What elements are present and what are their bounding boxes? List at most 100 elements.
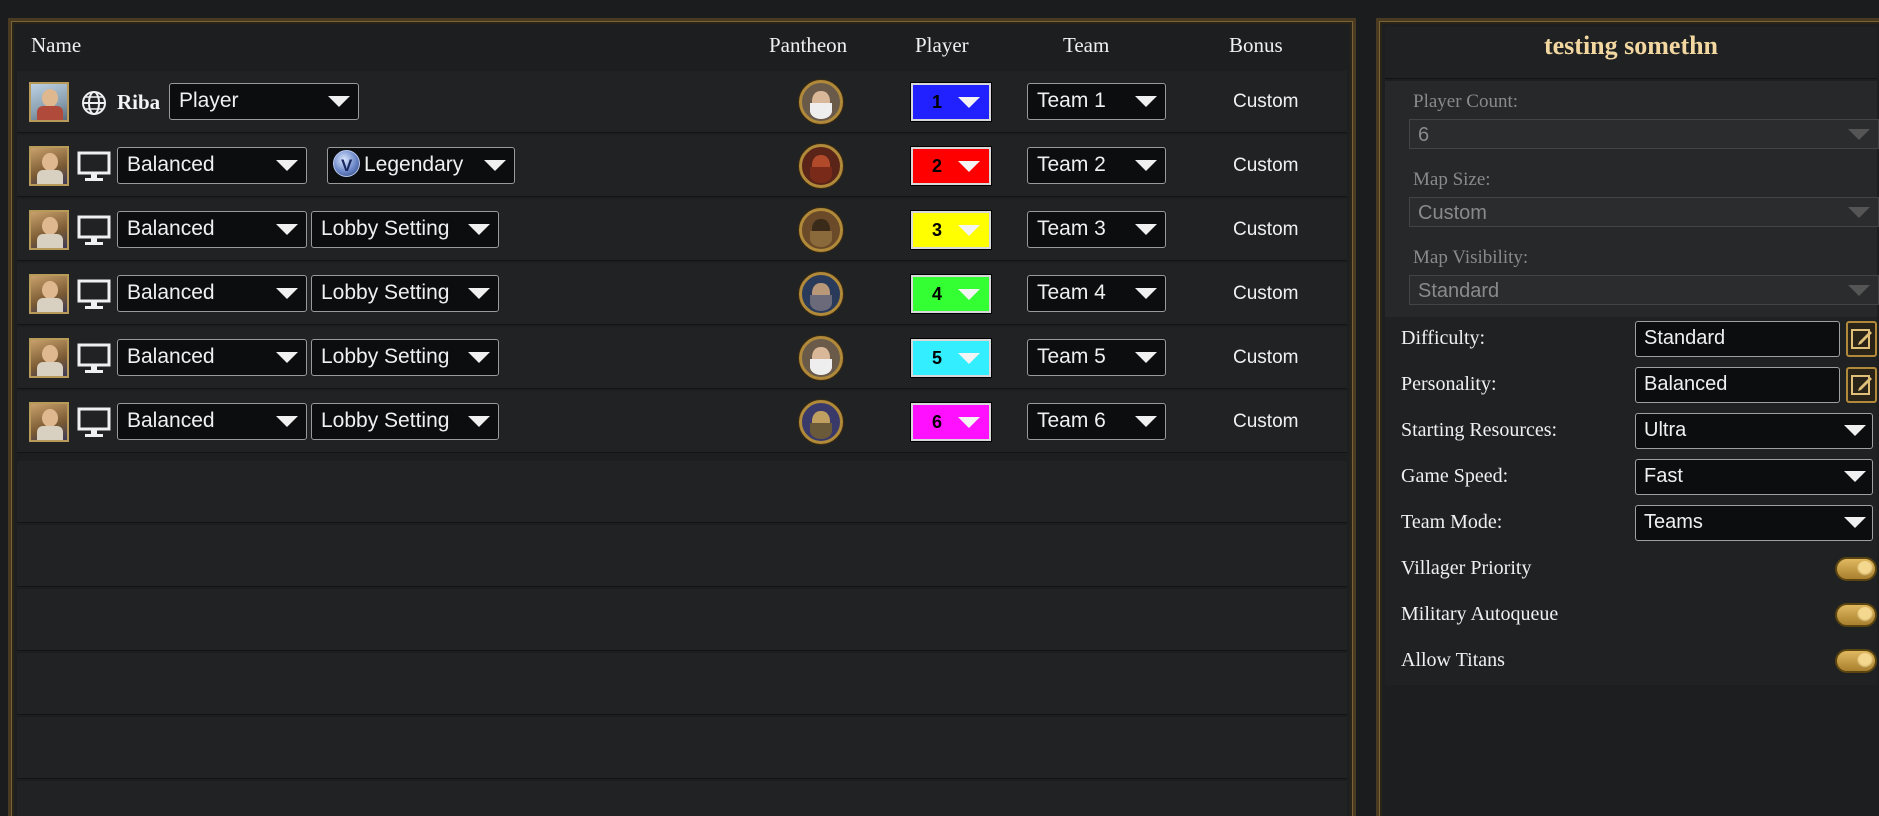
team-dropdown[interactable]: Team 3 <box>1027 211 1166 248</box>
difficulty-field[interactable]: Standard <box>1635 321 1840 357</box>
player-role-dropdown[interactable]: Player <box>169 83 359 120</box>
chevron-down-icon <box>276 160 298 171</box>
team-dropdown[interactable]: Team 1 <box>1027 83 1166 120</box>
bonus-value[interactable]: Custom <box>1233 283 1298 305</box>
ai-portrait[interactable] <box>29 210 69 250</box>
ai-personality-dropdown[interactable]: Balanced <box>117 339 307 376</box>
chevron-down-icon <box>276 416 298 427</box>
computer-icon <box>77 343 111 375</box>
ai-difficulty-dropdown[interactable]: Legendary <box>327 147 515 184</box>
ai-personality-dropdown[interactable]: Balanced <box>117 147 307 184</box>
ai-portrait[interactable] <box>29 274 69 314</box>
player-portrait[interactable] <box>29 82 69 122</box>
team-dropdown[interactable]: Team 4 <box>1027 275 1166 312</box>
starting-resources-dropdown[interactable]: Ultra <box>1635 413 1873 449</box>
ai-difficulty-value: Lobby Setting <box>321 409 450 432</box>
pantheon-god-icon[interactable] <box>799 144 843 188</box>
chevron-down-icon <box>484 160 506 171</box>
ai-difficulty-dropdown[interactable]: Lobby Setting <box>311 403 499 440</box>
player-count-value: 6 <box>1418 124 1430 146</box>
team-dropdown[interactable]: Team 2 <box>1027 147 1166 184</box>
ai-difficulty-dropdown[interactable]: Lobby Setting <box>311 211 499 248</box>
pantheon-god-icon[interactable] <box>799 400 843 444</box>
personality-edit-button[interactable] <box>1846 367 1877 403</box>
pantheon-god-icon[interactable] <box>799 272 843 316</box>
bonus-value[interactable]: Custom <box>1233 347 1298 369</box>
portrait-face <box>42 89 58 107</box>
chevron-down-icon <box>1135 416 1157 427</box>
allow-titans-row: Allow Titans <box>1385 639 1877 685</box>
edit-icon <box>1851 329 1872 349</box>
game-speed-dropdown[interactable]: Fast <box>1635 459 1873 495</box>
allow-titans-toggle[interactable] <box>1835 649 1877 673</box>
personality-row: Personality: Balanced <box>1385 363 1877 409</box>
player-color-dropdown[interactable]: 5 <box>911 339 991 377</box>
player-color-dropdown[interactable]: 6 <box>911 403 991 441</box>
empty-row <box>17 461 1347 523</box>
portrait-body <box>37 170 63 184</box>
player-color-dropdown[interactable]: 2 <box>911 147 991 185</box>
portrait-body <box>37 298 63 312</box>
portrait-body <box>37 362 63 376</box>
player-count-label: Player Count: <box>1413 91 1519 112</box>
personality-field[interactable]: Balanced <box>1635 367 1840 403</box>
ai-portrait[interactable] <box>29 146 69 186</box>
ai-personality-dropdown[interactable]: Balanced <box>117 403 307 440</box>
difficulty-label: Difficulty: <box>1401 327 1486 349</box>
ai-personality-dropdown[interactable]: Balanced <box>117 275 307 312</box>
team-dropdown[interactable]: Team 6 <box>1027 403 1166 440</box>
column-header-bonus: Bonus <box>1229 33 1283 57</box>
player-color-dropdown[interactable]: 1 <box>911 83 991 121</box>
player-slot-number: 6 <box>932 412 943 432</box>
pantheon-god-icon[interactable] <box>799 336 843 380</box>
bonus-value[interactable]: Custom <box>1233 155 1298 177</box>
player-color-dropdown[interactable]: 3 <box>911 211 991 249</box>
villager-priority-toggle[interactable] <box>1835 557 1877 581</box>
team-mode-value: Teams <box>1644 511 1703 533</box>
pantheon-god-icon[interactable] <box>799 80 843 124</box>
bonus-value[interactable]: Custom <box>1233 411 1298 433</box>
legendary-badge-icon <box>333 149 360 182</box>
ai-difficulty-value: Lobby Setting <box>321 345 450 368</box>
ai-difficulty-dropdown[interactable]: Lobby Setting <box>311 275 499 312</box>
villager-priority-row: Villager Priority <box>1385 547 1877 593</box>
team-value: Team 4 <box>1037 281 1106 304</box>
player-row: Balanced Legendary 2 Team 2 Custom <box>11 135 1353 197</box>
team-mode-dropdown[interactable]: Teams <box>1635 505 1873 541</box>
portrait-body <box>37 426 63 440</box>
god-beard <box>810 103 832 119</box>
map-visibility-value: Standard <box>1418 280 1500 302</box>
toggle-knob <box>1857 653 1873 669</box>
globe-icon <box>81 90 107 116</box>
chevron-down-icon <box>468 352 490 363</box>
ai-portrait[interactable] <box>29 338 69 378</box>
player-role-value: Player <box>179 89 239 112</box>
ai-personality-value: Balanced <box>127 217 215 240</box>
chevron-down-icon <box>1135 160 1157 171</box>
player-color-dropdown[interactable]: 4 <box>911 275 991 313</box>
player-slot-number: 1 <box>932 92 943 112</box>
pantheon-god-icon[interactable] <box>799 208 843 252</box>
player-row: Balanced Lobby Setting 6 Team 6 Custom <box>11 391 1353 453</box>
chevron-down-icon <box>958 161 980 172</box>
villager-priority-label: Villager Priority <box>1401 557 1532 579</box>
computer-icon <box>77 407 111 439</box>
edit-icon <box>1851 375 1872 395</box>
difficulty-edit-button[interactable] <box>1846 321 1877 357</box>
column-header-pantheon: Pantheon <box>769 33 848 57</box>
allow-titans-label: Allow Titans <box>1401 649 1505 671</box>
ai-portrait[interactable] <box>29 402 69 442</box>
bonus-value[interactable]: Custom <box>1233 91 1298 113</box>
bonus-value[interactable]: Custom <box>1233 219 1298 241</box>
ai-personality-value: Balanced <box>127 345 215 368</box>
ai-difficulty-dropdown[interactable]: Lobby Setting <box>311 339 499 376</box>
military-autoqueue-toggle[interactable] <box>1835 603 1877 627</box>
team-dropdown[interactable]: Team 5 <box>1027 339 1166 376</box>
ai-personality-dropdown[interactable]: Balanced <box>117 211 307 248</box>
chevron-down-icon <box>1135 288 1157 299</box>
player-count-dropdown: 6 <box>1409 119 1879 149</box>
portrait-face <box>42 409 58 427</box>
chevron-down-icon <box>1135 96 1157 107</box>
portrait-face <box>42 153 58 171</box>
player-row: Balanced Lobby Setting 3 Team 3 Custom <box>11 199 1353 261</box>
